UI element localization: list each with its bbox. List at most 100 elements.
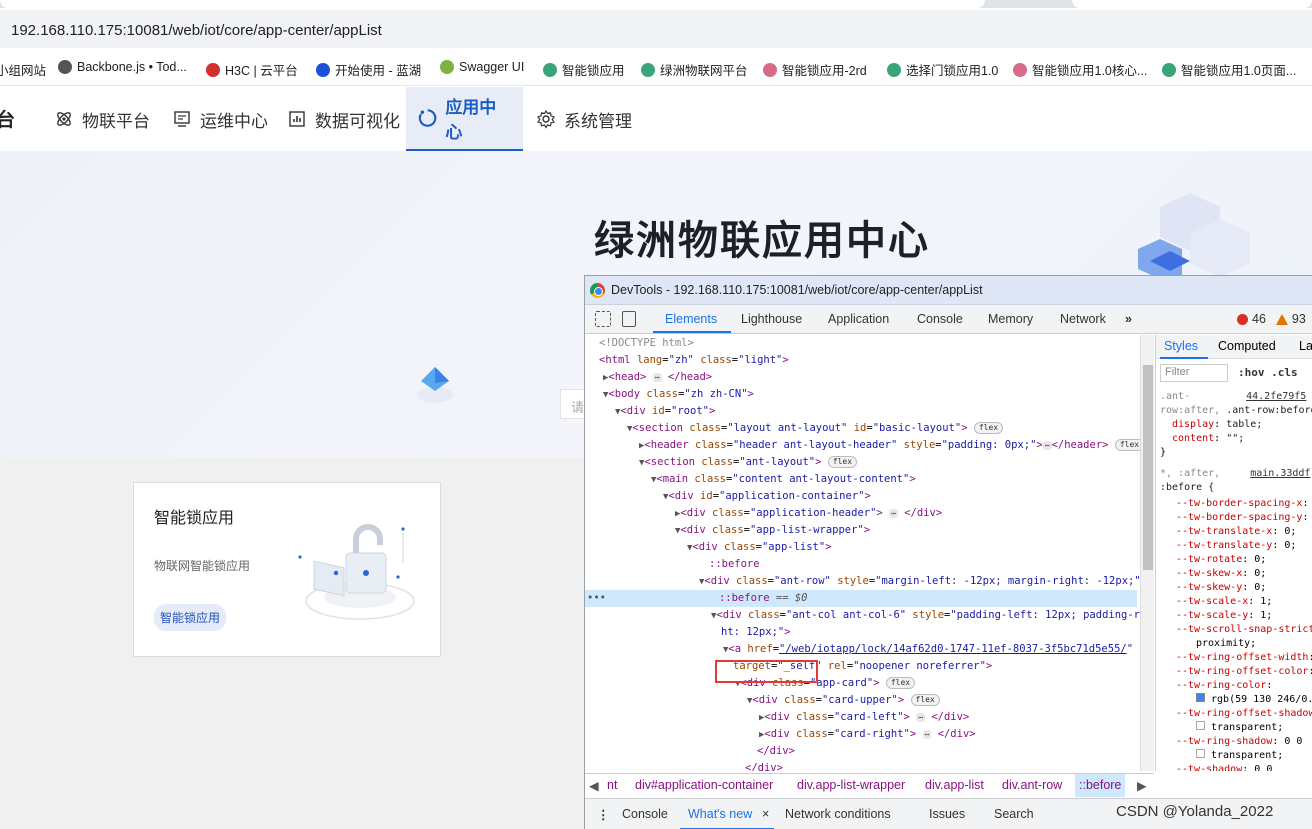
tab-elements[interactable]: Elements — [665, 312, 717, 326]
warning-icon — [1275, 313, 1288, 325]
more-tabs-button[interactable]: » — [1125, 312, 1132, 326]
tab-console[interactable]: Console — [917, 312, 963, 326]
tab-computed[interactable]: Computed — [1218, 339, 1276, 353]
bookmark-favicon-icon — [440, 60, 454, 74]
devtools-tabbar: Elements Lighthouse Application Console … — [585, 305, 1312, 334]
tab-lighthouse[interactable]: Lighthouse — [741, 312, 802, 326]
url-text[interactable]: 192.168.110.175:10081/web/iot/core/app-c… — [11, 22, 382, 39]
bookmark-label: Backbone.js • Tod... — [77, 60, 187, 74]
elements-scrollbar[interactable] — [1140, 335, 1154, 771]
bookmark-label: 绿洲物联网平台 — [660, 64, 748, 78]
tab-application[interactable]: Application — [828, 312, 889, 326]
bookmark-item[interactable]: 开始使用 - 蓝湖 — [316, 60, 421, 79]
crumb-item[interactable]: div.app-list — [925, 778, 984, 792]
cube-decoration-icon — [1138, 193, 1250, 279]
logo-text: 台 — [0, 110, 16, 131]
bookmark-item[interactable]: 小组网站 — [0, 60, 46, 79]
bookmark-item[interactable]: 智能锁应用 — [543, 60, 625, 79]
bookmark-label: 智能锁应用1.0页面... — [1181, 64, 1297, 78]
tab-memory[interactable]: Memory — [988, 312, 1033, 326]
nav-label: 运维中心 — [200, 111, 268, 131]
bookmark-favicon-icon — [641, 62, 655, 77]
top-nav: 台 物联平台 运维中心 数据可视化 应用中心 系统管理 — [0, 87, 1312, 151]
bookmark-label: H3C | 云平台 — [225, 64, 298, 78]
bookmarks-bar: 小组网站 Backbone.js • Tod... H3C | 云平台 开始使用 - … — [0, 50, 1312, 86]
chrome-icon — [590, 283, 605, 298]
drawer-menu-icon[interactable]: ⋮ — [597, 807, 610, 822]
address-bar[interactable]: 192.168.110.175:10081/web/iot/core/app-c… — [0, 8, 1312, 50]
chart-icon — [289, 111, 305, 127]
bookmark-item[interactable]: 智能锁应用1.0页面... — [1162, 60, 1296, 79]
styles-filter-input[interactable]: Filter — [1160, 364, 1228, 382]
crumb-item[interactable]: div.app-list-wrapper — [797, 778, 905, 792]
bookmark-favicon-icon — [763, 62, 777, 77]
active-tab[interactable] — [0, 0, 985, 8]
app-card-desc: 物联网智能锁应用 — [154, 559, 251, 573]
app-card-tag[interactable]: 智能锁应用 — [154, 604, 227, 631]
bookmark-favicon-icon — [316, 62, 330, 77]
bookmark-item[interactable]: H3C | 云平台 — [206, 60, 298, 79]
crumb-back-arrow[interactable]: ◀ — [589, 778, 599, 793]
monitor-icon — [174, 111, 190, 127]
crumb-item[interactable]: div.ant-row — [1002, 778, 1062, 792]
smart-lock-illustration-icon — [298, 524, 415, 620]
hero-title: 绿洲物联应用中心 — [594, 219, 930, 263]
app-center-icon — [418, 109, 437, 127]
bookmark-item[interactable]: 选择门锁应用1.0 — [887, 60, 998, 79]
elements-tree[interactable]: <!DOCTYPE html> <html lang="zh" class="l… — [585, 335, 1140, 771]
nav-item-ops-center[interactable]: 运维中心 — [160, 87, 280, 151]
nav-item-data-visualization[interactable]: 数据可视化 — [275, 87, 412, 151]
bookmark-favicon-icon — [887, 62, 901, 77]
nav-label: 应用中心 — [445, 98, 497, 142]
error-icon — [1237, 313, 1248, 325]
bookmark-item[interactable]: Swagger UI — [440, 60, 524, 74]
nav-item-iot-platform[interactable]: 物联平台 — [42, 87, 162, 151]
crumb-item[interactable]: div#application-container — [635, 778, 773, 792]
bookmark-label: 开始使用 - 蓝湖 — [335, 64, 422, 78]
warning-count: 93 — [1291, 312, 1306, 326]
bookmark-label: 智能锁应用1.0核心... — [1032, 64, 1148, 78]
drawer-tab-issues[interactable]: Issues — [929, 807, 965, 821]
tab-network[interactable]: Network — [1060, 312, 1106, 326]
watermark: CSDN @Yolanda_2022 — [1116, 803, 1274, 820]
tab-layout[interactable]: La — [1299, 339, 1312, 353]
selected-node[interactable]: •••::before == $0 — [585, 590, 1137, 607]
crumb-forward-arrow[interactable]: ▶ — [1137, 778, 1147, 793]
drawer-tab-close-button[interactable]: × — [762, 807, 769, 821]
hov-cls-toggle[interactable]: :hov .cls — [1238, 366, 1298, 379]
bookmark-favicon-icon — [1013, 62, 1027, 77]
error-count: 46 — [1252, 312, 1266, 326]
bookmark-label: Swagger UI — [459, 60, 525, 74]
bookmark-favicon-icon — [1162, 62, 1176, 77]
issue-counters[interactable]: 46 93 — [1237, 312, 1306, 326]
drawer-tab-network-conditions[interactable]: Network conditions — [785, 807, 891, 821]
bookmark-favicon-icon — [543, 62, 557, 77]
inactive-tab[interactable] — [1072, 0, 1312, 8]
atom-icon — [57, 112, 71, 126]
bookmark-label: 小组网站 — [0, 64, 47, 78]
devtools-window: DevTools - 192.168.110.175:10081/web/iot… — [584, 275, 1312, 829]
bookmark-item[interactable]: 智能锁应用1.0核心... — [1013, 60, 1147, 79]
bookmark-item[interactable]: 智能锁应用-2rd — [763, 60, 867, 79]
crumb-item-current[interactable]: ::before — [1075, 774, 1126, 797]
drawer-tab-whats-new[interactable]: What's new — [688, 807, 752, 821]
inspect-element-icon[interactable] — [595, 311, 611, 327]
devtools-titlebar: DevTools - 192.168.110.175:10081/web/iot… — [585, 276, 1312, 305]
breadcrumb: ◀ nt div#application-container div.app-l… — [585, 773, 1154, 797]
drawer-tab-console[interactable]: Console — [622, 807, 668, 821]
bookmark-item[interactable]: Backbone.js • Tod... — [58, 60, 187, 74]
bookmark-label: 智能锁应用-2rd — [782, 64, 867, 78]
bookmark-label: 智能锁应用 — [562, 64, 625, 78]
app-card[interactable]: 智能锁应用 物联网智能锁应用 智能锁应用 — [133, 482, 441, 657]
crumb-item[interactable]: nt — [607, 778, 617, 792]
highlight-box — [715, 660, 818, 683]
bookmark-item[interactable]: 绿洲物联网平台 — [641, 60, 748, 79]
gear-icon — [537, 109, 555, 129]
nav-item-system-management[interactable]: 系统管理 — [524, 87, 644, 151]
styles-pane: Styles Computed La Filter :hov .cls .ant… — [1155, 335, 1312, 771]
tab-styles[interactable]: Styles — [1164, 339, 1198, 353]
drawer-tab-search[interactable]: Search — [994, 807, 1034, 821]
device-toolbar-icon[interactable] — [622, 311, 636, 327]
nav-label: 物联平台 — [82, 111, 150, 131]
nav-item-app-center[interactable]: 应用中心 — [406, 87, 523, 151]
